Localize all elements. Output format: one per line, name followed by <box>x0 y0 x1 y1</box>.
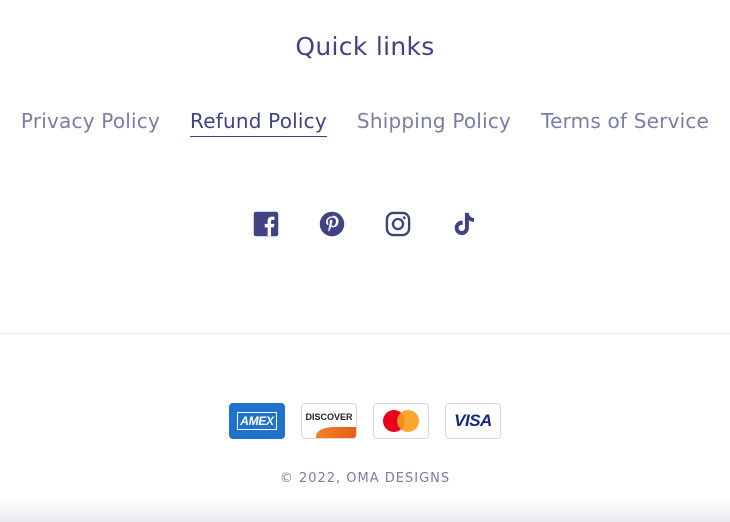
footer-divider <box>0 333 730 334</box>
refund-policy-link[interactable]: Refund Policy <box>190 109 327 137</box>
mastercard-circles <box>383 410 419 432</box>
visa-icon: VISA <box>445 403 501 439</box>
visa-label: VISA <box>454 411 492 430</box>
instagram-link[interactable] <box>384 210 412 238</box>
quick-links-heading: Quick links <box>295 32 435 61</box>
terms-of-service-link[interactable]: Terms of Service <box>541 109 709 137</box>
tiktok-link[interactable] <box>450 210 478 238</box>
pinterest-icon <box>319 211 345 237</box>
quick-links-nav: Privacy Policy Refund Policy Shipping Po… <box>0 109 730 137</box>
mastercard-icon <box>373 403 429 439</box>
privacy-policy-link[interactable]: Privacy Policy <box>21 109 160 137</box>
instagram-icon <box>385 211 411 237</box>
bottom-shadow <box>0 500 730 522</box>
amex-label: AMEX <box>237 412 277 430</box>
social-links <box>0 210 730 238</box>
discover-icon: DISCOVER <box>301 403 357 439</box>
facebook-icon <box>253 211 279 237</box>
copyright-text: © 2022, OMA DESIGNS <box>279 471 451 486</box>
facebook-link[interactable] <box>252 210 280 238</box>
tiktok-icon <box>454 212 475 236</box>
discover-label: DISCOVER <box>305 412 353 422</box>
amex-icon: AMEX <box>229 403 285 439</box>
discover-stripe <box>316 427 356 438</box>
pinterest-link[interactable] <box>318 210 346 238</box>
payment-methods: AMEX DISCOVER VISA <box>0 403 730 439</box>
shipping-policy-link[interactable]: Shipping Policy <box>357 109 511 137</box>
